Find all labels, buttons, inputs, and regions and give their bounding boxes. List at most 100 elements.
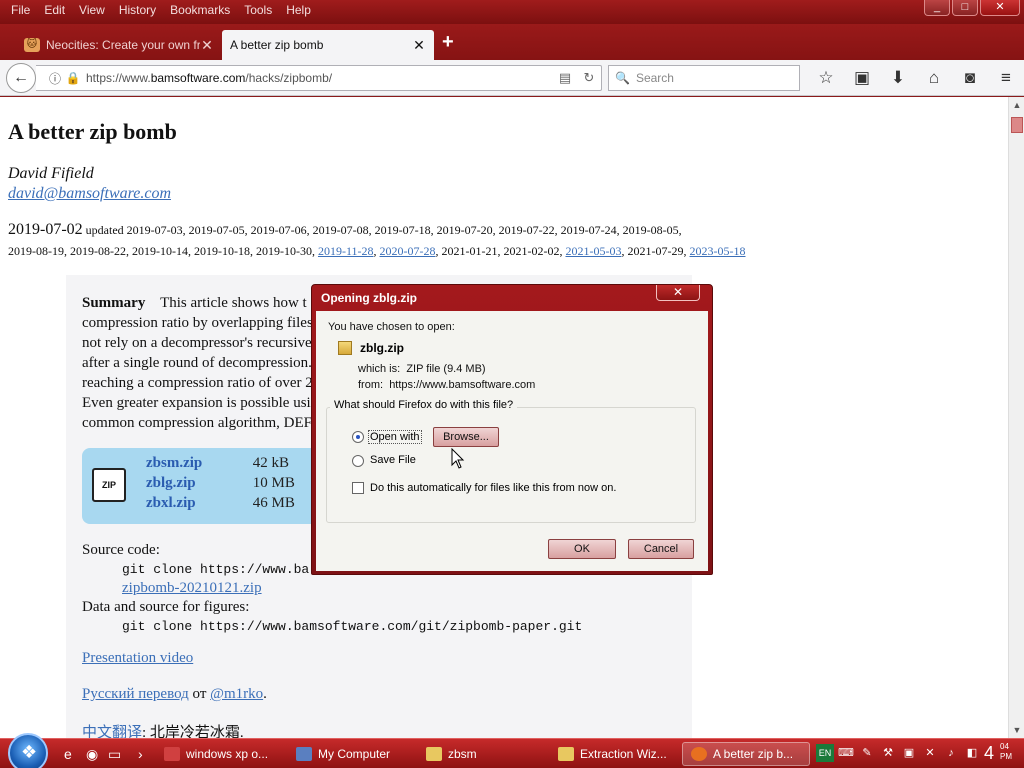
article-dates: 2019-07-02 updated 2019-07-03, 2019-07-0… <box>8 221 746 258</box>
scroll-down-icon[interactable]: ▼ <box>1009 722 1024 738</box>
file-link-zbsm[interactable]: zbsm.zip <box>146 455 249 472</box>
author-email-link[interactable]: david@bamsoftware.com <box>8 185 171 203</box>
chosen-label: You have chosen to open: <box>328 321 455 333</box>
publish-date: 2019-07-02 <box>8 221 83 238</box>
reload-icon[interactable]: ↻ <box>577 70 601 86</box>
display-icon[interactable]: ◧ <box>963 744 981 762</box>
author-name: David Fifield <box>8 165 94 182</box>
summary-line: This article shows how t <box>160 295 307 311</box>
menu-view[interactable]: View <box>72 3 112 17</box>
dialog-file: zblg.zip <box>338 341 404 355</box>
task-windows-xp[interactable]: windows xp o... <box>156 742 282 766</box>
tab-close-icon[interactable]: ✕ <box>200 37 214 54</box>
updated-dates-line1: 2019-07-03, 2019-07-05, 2019-07-06, 2019… <box>126 223 682 237</box>
save-file-label[interactable]: Save File <box>370 454 416 466</box>
data-label: Data and source for figures: <box>82 599 250 615</box>
info-icon[interactable]: ⓘ <box>46 70 64 87</box>
menu-tools[interactable]: Tools <box>237 3 279 17</box>
close-window-button[interactable]: ✕ <box>980 0 1020 16</box>
quicklaunch-overflow-icon[interactable]: › <box>138 746 143 762</box>
updated-link[interactable]: 2019-11-28 <box>318 244 374 258</box>
home-icon[interactable]: ⌂ <box>916 66 952 90</box>
download-icon[interactable]: ⬇ <box>880 66 916 90</box>
show-desktop-icon[interactable]: ▭ <box>108 746 121 763</box>
zip-folder-icon <box>338 341 352 355</box>
folder-icon <box>426 747 442 761</box>
task-zbsm[interactable]: zbsm <box>418 742 544 766</box>
russian-translation-link[interactable]: Русский перевод <box>82 686 189 702</box>
article-title: A better zip bomb <box>8 119 177 144</box>
volume-icon[interactable]: ♪ <box>942 744 960 762</box>
menu-history[interactable]: History <box>112 3 163 17</box>
clock[interactable]: 4 04 PM <box>984 742 1012 764</box>
menu-bookmarks[interactable]: Bookmarks <box>163 3 237 17</box>
ok-button[interactable]: OK <box>548 539 616 559</box>
auto-action-checkbox[interactable] <box>352 482 364 494</box>
ru-author-link[interactable]: @m1rko <box>210 686 263 702</box>
reader-view-icon[interactable]: ▤ <box>553 70 577 86</box>
summary-line: reaching a compression ratio of over 2 <box>82 375 313 391</box>
summary-line: after a single round of decompression. <box>82 355 312 371</box>
library-icon[interactable]: ▣ <box>844 66 880 90</box>
tab-close-icon[interactable]: ✕ <box>412 37 426 54</box>
file-link-zblg[interactable]: zblg.zip <box>146 475 249 492</box>
hamburger-menu-icon[interactable]: ≡ <box>988 66 1024 90</box>
task-my-computer[interactable]: My Computer <box>288 742 412 766</box>
open-with-radio[interactable] <box>352 431 364 443</box>
new-tab-icon[interactable]: + <box>442 32 454 52</box>
dialog-close-button[interactable]: ✕ <box>656 285 700 301</box>
task-icon <box>296 747 312 761</box>
task-firefox[interactable]: A better zip b... <box>682 742 810 766</box>
search-placeholder: Search <box>635 71 674 85</box>
browse-button[interactable]: Browse... <box>433 427 499 447</box>
task-extraction-wizard[interactable]: Extraction Wiz... <box>550 742 676 766</box>
dialog-filename: zblg.zip <box>360 341 404 355</box>
maximize-button[interactable]: □ <box>952 0 978 16</box>
page-scrollbar[interactable]: ▲ ▼ <box>1008 97 1024 738</box>
minimize-button[interactable]: _ <box>924 0 950 16</box>
bookmark-star-icon[interactable]: ☆ <box>808 66 844 90</box>
chinese-translation-link[interactable]: 中文翻译 <box>82 725 142 738</box>
pocket-icon[interactable]: ◙ <box>952 66 988 90</box>
search-input[interactable]: 🔍 Search <box>608 65 800 91</box>
scroll-up-icon[interactable]: ▲ <box>1009 97 1024 113</box>
summary-line: common compression algorithm, DEF <box>82 415 312 431</box>
tab-neocities[interactable]: 🐱 Neocities: Create your own fr... ✕ <box>16 30 222 60</box>
tab-title: A better zip bomb <box>230 38 324 52</box>
window-titlebar: File Edit View History Bookmarks Tools H… <box>0 0 1024 24</box>
scroll-thumb[interactable] <box>1011 117 1023 133</box>
keyboard-icon[interactable]: ⌨ <box>837 744 855 762</box>
back-button[interactable]: ← <box>6 63 36 93</box>
menu-help[interactable]: Help <box>279 3 318 17</box>
url-bar[interactable]: ⓘ 🔒 https://www.bamsoftware.com/hacks/zi… <box>36 65 602 91</box>
summary-line: Even greater expansion is possible usin <box>82 395 319 411</box>
cancel-button[interactable]: Cancel <box>628 539 694 559</box>
taskbar: e ◉ ▭ › windows xp o... My Computer zbsm… <box>0 733 1024 768</box>
file-link-zbxl[interactable]: zbxl.zip <box>146 495 249 512</box>
url-text[interactable]: https://www.bamsoftware.com/hacks/zipbom… <box>82 71 553 85</box>
menu-edit[interactable]: Edit <box>37 3 72 17</box>
updated-link[interactable]: 2020-07-28 <box>380 244 436 258</box>
file-row: zbxl.zip 46 MB <box>146 495 295 512</box>
open-with-label[interactable]: Open with <box>368 430 422 444</box>
tab-zipbomb[interactable]: A better zip bomb ✕ <box>222 30 434 60</box>
pen-icon[interactable]: ✎ <box>858 744 876 762</box>
menu-file[interactable]: File <box>4 3 37 17</box>
updated-link[interactable]: 2021-05-03 <box>566 244 622 258</box>
start-button[interactable] <box>8 733 48 768</box>
security-icon[interactable]: ✕ <box>921 744 939 762</box>
updated-link[interactable]: 2023-05-18 <box>690 244 746 258</box>
search-icon: 🔍 <box>615 71 630 85</box>
network-icon[interactable]: ▣ <box>900 744 918 762</box>
tools-icon[interactable]: ⚒ <box>879 744 897 762</box>
firefox-quicklaunch-icon[interactable]: ◉ <box>86 746 98 763</box>
auto-action-label[interactable]: Do this automatically for files like thi… <box>370 482 616 494</box>
source-zip-link[interactable]: zipbomb-20210121.zip <box>122 580 262 596</box>
presentation-video-link[interactable]: Presentation video <box>82 650 193 667</box>
ie-icon[interactable]: e <box>64 746 72 762</box>
file-row: zblg.zip 10 MB <box>146 475 295 492</box>
cat-favicon-icon: 🐱 <box>24 38 40 52</box>
lock-icon[interactable]: 🔒 <box>64 71 82 85</box>
save-file-radio[interactable] <box>352 455 364 467</box>
language-indicator[interactable]: EN <box>816 744 834 762</box>
